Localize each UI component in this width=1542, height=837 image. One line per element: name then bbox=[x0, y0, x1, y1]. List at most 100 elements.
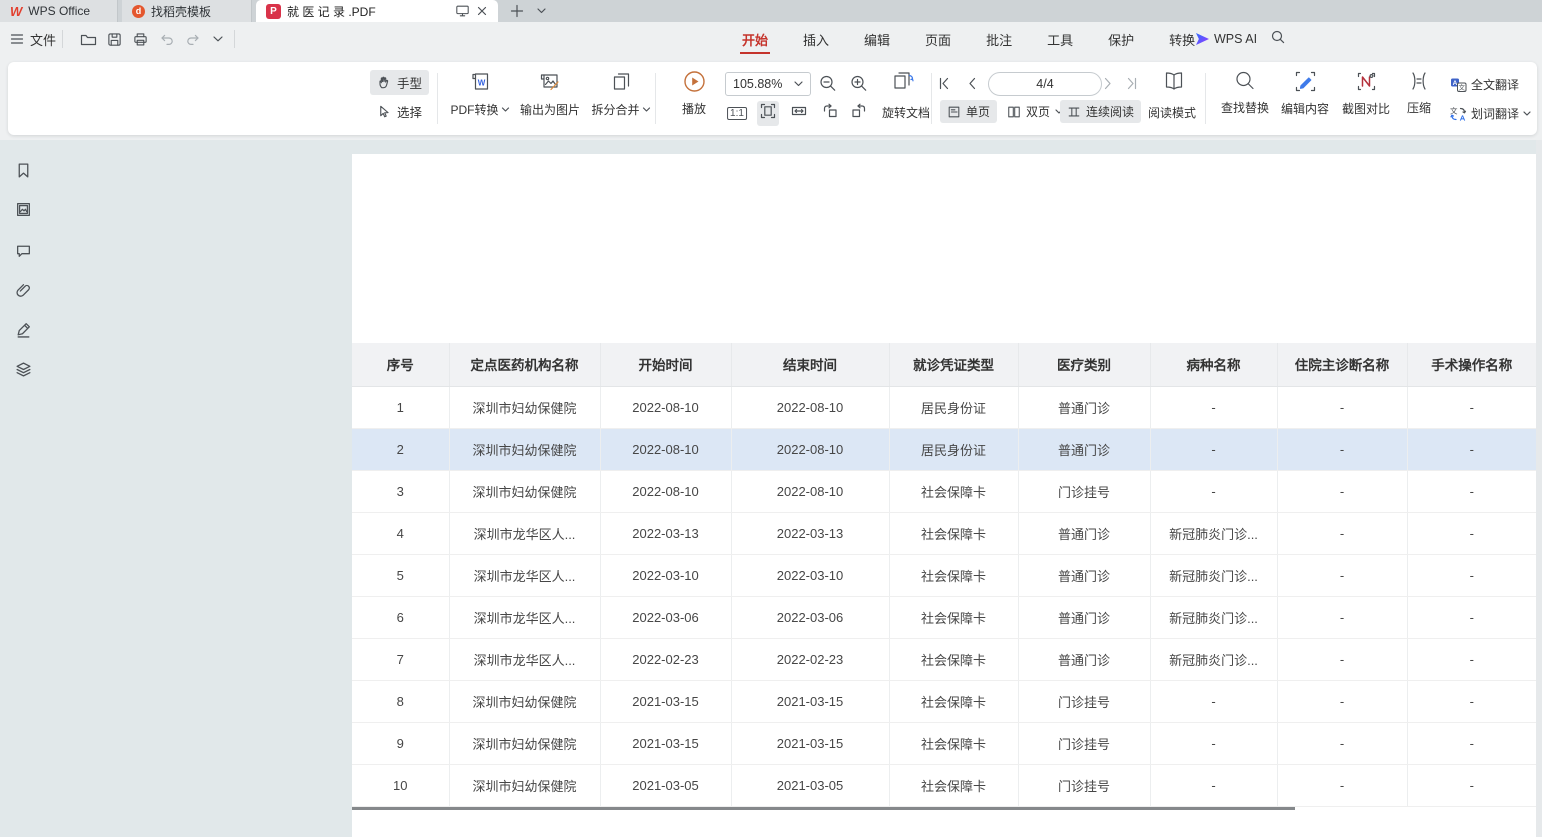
table-cell: 2022-08-10 bbox=[731, 386, 889, 428]
screenshot-compare-label: 截图对比 bbox=[1342, 100, 1390, 117]
table-cell: 2022-03-13 bbox=[600, 512, 731, 554]
double-page-label: 双页 bbox=[1026, 103, 1050, 120]
previous-page-button[interactable] bbox=[968, 77, 977, 95]
table-row: 8深圳市妇幼保健院2021-03-152021-03-15社会保障卡门诊挂号--… bbox=[352, 680, 1536, 722]
fit-page-button[interactable] bbox=[788, 101, 810, 126]
read-mode-button[interactable]: 阅读模式 bbox=[1148, 104, 1196, 121]
monitor-icon[interactable] bbox=[455, 4, 470, 18]
menu-item-3[interactable]: 页面 bbox=[923, 23, 953, 56]
table-cell: - bbox=[1407, 722, 1536, 764]
find-replace-button[interactable]: 查找替换 bbox=[1221, 70, 1269, 116]
continuous-reading-button[interactable]: 连续阅读 bbox=[1060, 100, 1141, 123]
menu-item-6[interactable]: 保护 bbox=[1106, 23, 1136, 56]
table-cell: 深圳市龙华区人... bbox=[449, 638, 600, 680]
table-cell: 深圳市妇幼保健院 bbox=[449, 428, 600, 470]
divider bbox=[655, 73, 656, 124]
layers-panel-icon[interactable] bbox=[13, 359, 33, 379]
table-cell: 深圳市妇幼保健院 bbox=[449, 722, 600, 764]
menu-item-4[interactable]: 批注 bbox=[984, 23, 1014, 56]
comments-panel-icon[interactable] bbox=[13, 240, 33, 260]
vertical-scrollbar[interactable] bbox=[1536, 140, 1542, 837]
thumbnails-panel-icon[interactable] bbox=[13, 199, 33, 219]
zoom-level-select[interactable]: 105.88% bbox=[725, 72, 811, 96]
pdf-convert-button[interactable]: W PDF转换 bbox=[450, 70, 509, 118]
first-page-button[interactable] bbox=[939, 77, 950, 95]
undo-icon[interactable] bbox=[157, 29, 177, 49]
find-replace-icon bbox=[1234, 70, 1256, 95]
table-cell: 门诊挂号 bbox=[1018, 470, 1150, 512]
actual-size-button[interactable]: 1:1 bbox=[724, 101, 750, 123]
table-cell: 社会保障卡 bbox=[889, 722, 1018, 764]
zoom-in-button[interactable] bbox=[850, 74, 869, 98]
table-cell: 2021-03-05 bbox=[731, 764, 889, 806]
export-image-button[interactable]: 输出为图片 bbox=[520, 70, 580, 118]
menu-item-1[interactable]: 插入 bbox=[801, 23, 831, 56]
close-tab-icon[interactable] bbox=[476, 5, 488, 17]
edit-content-button[interactable]: 编辑内容 bbox=[1281, 70, 1329, 117]
rotate-left-button[interactable] bbox=[819, 101, 842, 126]
play-button[interactable]: 播放 bbox=[682, 70, 706, 117]
tab-docer-templates[interactable]: d 找稻壳模板 bbox=[122, 0, 252, 22]
open-file-icon[interactable] bbox=[78, 29, 98, 49]
select-tool-label: 选择 bbox=[397, 102, 422, 121]
rotate-right-button[interactable] bbox=[848, 101, 871, 126]
signature-panel-icon[interactable] bbox=[13, 319, 33, 339]
table-cell: 深圳市妇幼保健院 bbox=[449, 386, 600, 428]
last-page-button[interactable] bbox=[1127, 77, 1138, 95]
full-translation-label: 全文翻译 bbox=[1471, 76, 1519, 93]
full-translation-button[interactable]: A 文 全文翻译 bbox=[1450, 76, 1519, 93]
tab-document-pdf[interactable]: P 就 医 记 录 .PDF bbox=[256, 0, 498, 22]
menu-item-5[interactable]: 工具 bbox=[1045, 23, 1075, 56]
export-image-icon bbox=[538, 70, 562, 97]
table-bottom-scroll-line bbox=[352, 807, 1295, 810]
docer-logo-icon: d bbox=[132, 5, 145, 18]
chevron-down-icon bbox=[1523, 111, 1531, 116]
replace-pages-icon[interactable] bbox=[890, 70, 916, 100]
table-cell: 2022-08-10 bbox=[731, 428, 889, 470]
table-cell: 6 bbox=[352, 596, 449, 638]
select-tool-button[interactable]: 选择 bbox=[370, 99, 429, 124]
table-cell: - bbox=[1277, 638, 1407, 680]
page-number-input[interactable]: 4/4 bbox=[988, 72, 1102, 96]
more-actions-chevron-icon[interactable] bbox=[208, 29, 228, 49]
file-menu[interactable]: 文件 bbox=[10, 22, 56, 56]
menu-item-0[interactable]: 开始 bbox=[740, 23, 770, 56]
bookmarks-panel-icon[interactable] bbox=[13, 160, 33, 180]
redo-icon[interactable] bbox=[183, 29, 203, 49]
table-cell: 1 bbox=[352, 386, 449, 428]
main-menus: 开始插入编辑页面批注工具保护转换 bbox=[740, 22, 1228, 56]
table-cell: 普通门诊 bbox=[1018, 596, 1150, 638]
one-to-one-icon: 1:1 bbox=[727, 107, 747, 120]
table-cell: 社会保障卡 bbox=[889, 638, 1018, 680]
rotate-document-button[interactable]: 旋转文档 bbox=[882, 104, 930, 121]
table-cell: - bbox=[1407, 428, 1536, 470]
tab-wps-home[interactable]: W WPS Office bbox=[0, 0, 118, 22]
compress-button[interactable]: 压缩 bbox=[1407, 70, 1431, 116]
single-page-button[interactable]: 单页 bbox=[940, 100, 997, 123]
table-header-cell: 就诊凭证类型 bbox=[889, 343, 1018, 386]
save-icon[interactable] bbox=[104, 29, 124, 49]
attachments-panel-icon[interactable] bbox=[13, 280, 33, 300]
single-page-label: 单页 bbox=[966, 103, 990, 120]
table-header-cell: 医疗类别 bbox=[1018, 343, 1150, 386]
screenshot-compare-button[interactable]: 截图对比 bbox=[1342, 70, 1390, 117]
compress-icon bbox=[1408, 70, 1430, 95]
table-cell: - bbox=[1407, 386, 1536, 428]
tab-list-chevron-icon[interactable] bbox=[530, 0, 552, 22]
word-translation-button[interactable]: 文 A 划词翻译 bbox=[1450, 105, 1531, 122]
table-cell: - bbox=[1150, 680, 1277, 722]
menu-search-icon[interactable] bbox=[1270, 29, 1286, 50]
split-merge-button[interactable]: 拆分合并 bbox=[591, 70, 650, 118]
hand-tool-button[interactable]: 手型 bbox=[370, 70, 429, 95]
menu-item-2[interactable]: 编辑 bbox=[862, 23, 892, 56]
menu-item-7[interactable]: 转换 bbox=[1167, 23, 1197, 56]
table-cell: 2021-03-15 bbox=[731, 722, 889, 764]
zoom-out-button[interactable] bbox=[819, 74, 838, 98]
next-page-button[interactable] bbox=[1104, 77, 1113, 95]
table-cell: - bbox=[1277, 428, 1407, 470]
fit-width-button[interactable] bbox=[757, 101, 779, 126]
table-cell: - bbox=[1407, 470, 1536, 512]
print-icon[interactable] bbox=[130, 29, 150, 49]
new-tab-button[interactable] bbox=[506, 0, 528, 22]
wps-ai-button[interactable]: WPS AI bbox=[1196, 22, 1257, 56]
